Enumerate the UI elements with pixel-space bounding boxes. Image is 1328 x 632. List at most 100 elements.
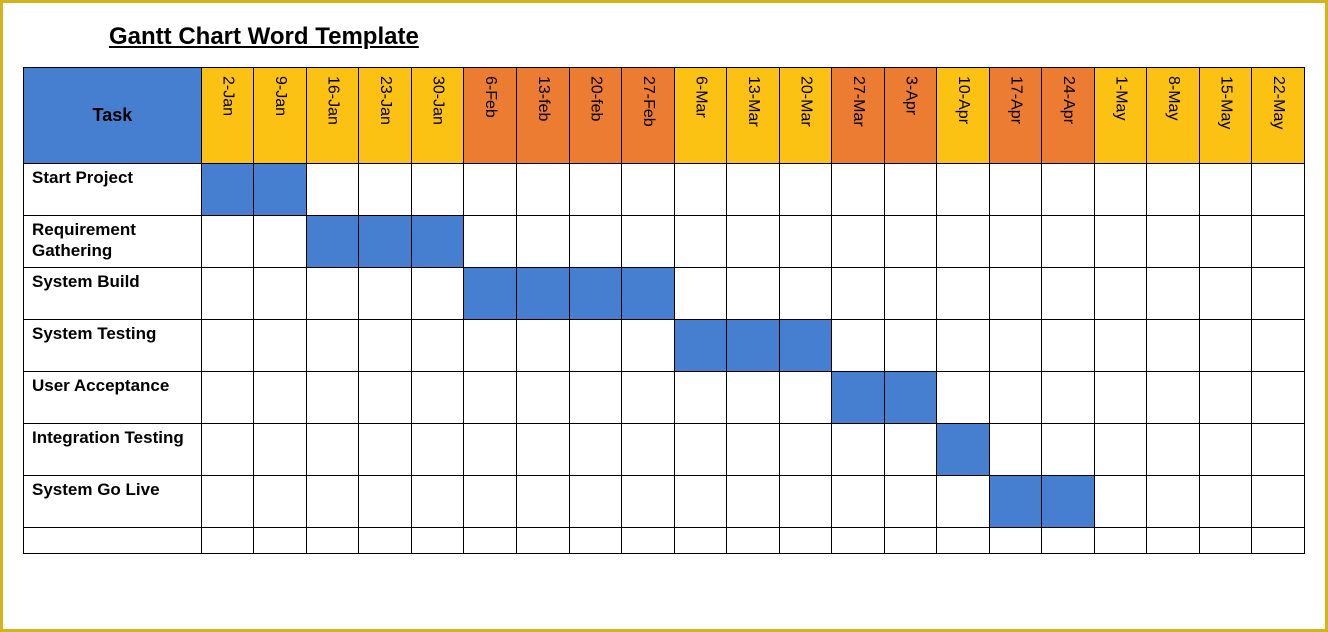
date-header: 24-Apr (1042, 68, 1095, 164)
date-header-label: 1-May (1112, 76, 1130, 120)
task-name-cell (24, 528, 202, 554)
table-row: Integration Testing (24, 424, 1305, 476)
gantt-empty-cell (254, 476, 307, 528)
gantt-empty-cell (254, 216, 307, 268)
gantt-empty-cell (622, 372, 675, 424)
gantt-empty-cell (516, 320, 569, 372)
gantt-empty-cell (622, 164, 675, 216)
gantt-empty-cell (779, 372, 832, 424)
gantt-empty-cell (832, 476, 885, 528)
gantt-empty-cell (989, 320, 1042, 372)
gantt-empty-cell (779, 216, 832, 268)
date-header: 13-Mar (727, 68, 780, 164)
gantt-empty-cell (937, 164, 990, 216)
gantt-empty-cell (779, 164, 832, 216)
gantt-empty-cell (1042, 528, 1095, 554)
gantt-empty-cell (779, 476, 832, 528)
gantt-empty-cell (254, 372, 307, 424)
gantt-empty-cell (1252, 476, 1305, 528)
task-name-cell: System Go Live (24, 476, 202, 528)
gantt-empty-cell (464, 476, 517, 528)
gantt-empty-cell (937, 528, 990, 554)
gantt-empty-cell (306, 268, 359, 320)
gantt-empty-cell (306, 476, 359, 528)
date-header-label: 27-Mar (849, 76, 867, 127)
gantt-bar-cell (779, 320, 832, 372)
table-row: System Go Live (24, 476, 1305, 528)
gantt-empty-cell (1094, 528, 1147, 554)
gantt-empty-cell (569, 424, 622, 476)
gantt-empty-cell (674, 476, 727, 528)
gantt-empty-cell (622, 216, 675, 268)
gantt-empty-cell (727, 476, 780, 528)
date-header-label: 30-Jan (429, 76, 447, 125)
gantt-empty-cell (1199, 216, 1252, 268)
gantt-empty-cell (674, 268, 727, 320)
gantt-empty-cell (1094, 216, 1147, 268)
gantt-empty-cell (674, 164, 727, 216)
date-header-label: 13-Mar (744, 76, 762, 127)
gantt-table: Task 2-Jan9-Jan16-Jan23-Jan30-Jan6-Feb13… (23, 67, 1305, 554)
task-name-cell: Requirement Gathering (24, 216, 202, 268)
date-header-label: 6-Feb (481, 76, 499, 118)
gantt-bar-cell (359, 216, 412, 268)
gantt-empty-cell (1094, 320, 1147, 372)
gantt-empty-cell (359, 372, 412, 424)
gantt-empty-cell (201, 424, 254, 476)
date-header-label: 27-Feb (639, 76, 657, 127)
gantt-empty-cell (727, 268, 780, 320)
date-header: 6-Feb (464, 68, 517, 164)
gantt-empty-cell (569, 164, 622, 216)
gantt-bar-cell (1042, 476, 1095, 528)
gantt-empty-cell (1042, 372, 1095, 424)
gantt-empty-cell (1199, 424, 1252, 476)
gantt-empty-cell (727, 528, 780, 554)
date-header-label: 3-Apr (901, 76, 919, 115)
gantt-bar-cell (832, 372, 885, 424)
gantt-empty-cell (306, 320, 359, 372)
date-header: 16-Jan (306, 68, 359, 164)
date-header-label: 6-Mar (691, 76, 709, 118)
task-name-cell: System Build (24, 268, 202, 320)
gantt-empty-cell (359, 424, 412, 476)
gantt-empty-cell (832, 528, 885, 554)
date-header-label: 8-May (1164, 76, 1182, 120)
gantt-empty-cell (359, 476, 412, 528)
date-header: 15-May (1199, 68, 1252, 164)
gantt-empty-cell (727, 424, 780, 476)
gantt-empty-cell (516, 528, 569, 554)
gantt-empty-cell (989, 424, 1042, 476)
gantt-empty-cell (306, 164, 359, 216)
date-header: 13-feb (516, 68, 569, 164)
gantt-empty-cell (1199, 268, 1252, 320)
gantt-empty-cell (884, 164, 937, 216)
gantt-bar-cell (516, 268, 569, 320)
gantt-empty-cell (516, 216, 569, 268)
gantt-empty-cell (832, 216, 885, 268)
gantt-empty-cell (937, 476, 990, 528)
gantt-empty-cell (1147, 216, 1200, 268)
gantt-empty-cell (832, 320, 885, 372)
gantt-bar-cell (674, 320, 727, 372)
date-header: 30-Jan (411, 68, 464, 164)
gantt-empty-cell (937, 372, 990, 424)
date-header-label: 2-Jan (219, 76, 237, 116)
date-header: 9-Jan (254, 68, 307, 164)
date-header: 22-May (1252, 68, 1305, 164)
gantt-empty-cell (569, 372, 622, 424)
gantt-empty-cell (674, 372, 727, 424)
gantt-empty-cell (1042, 164, 1095, 216)
gantt-empty-cell (989, 372, 1042, 424)
gantt-empty-cell (1147, 424, 1200, 476)
task-name-cell: Start Project (24, 164, 202, 216)
gantt-bar-cell (201, 164, 254, 216)
gantt-empty-cell (569, 216, 622, 268)
gantt-empty-cell (201, 528, 254, 554)
gantt-header-row: Task 2-Jan9-Jan16-Jan23-Jan30-Jan6-Feb13… (24, 68, 1305, 164)
gantt-empty-cell (359, 164, 412, 216)
page-title: Gantt Chart Word Template (109, 23, 1305, 51)
date-header: 10-Apr (937, 68, 990, 164)
gantt-empty-cell (1147, 528, 1200, 554)
gantt-empty-cell (464, 372, 517, 424)
gantt-empty-cell (464, 164, 517, 216)
